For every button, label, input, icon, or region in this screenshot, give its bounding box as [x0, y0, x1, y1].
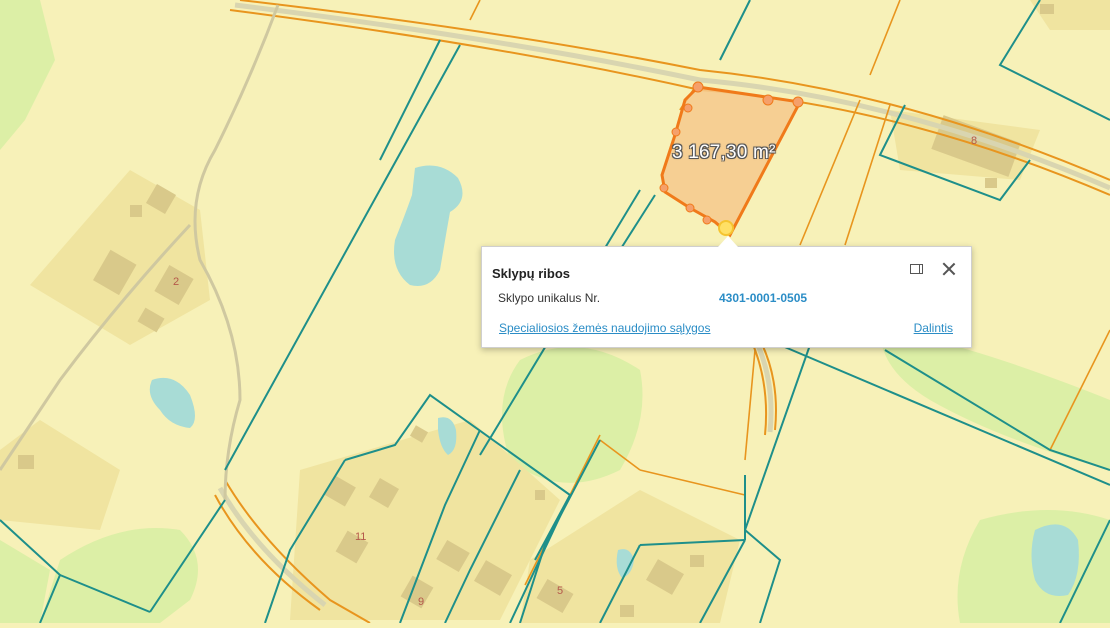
plot-number: 9 — [418, 596, 425, 608]
close-icon[interactable] — [939, 259, 959, 279]
parcel-id-label: Sklypo unikalus Nr. — [498, 291, 601, 305]
share-link[interactable]: Dalintis — [914, 321, 953, 335]
dock-panel-icon[interactable] — [907, 259, 927, 279]
special-land-use-link[interactable]: Specialiosios žemės naudojimo sąlygos — [499, 321, 710, 335]
plot-number: 8 — [971, 135, 978, 147]
parcel-id-value: 4301-0001-0505 — [719, 291, 808, 305]
popup-title: Sklypų ribos — [492, 266, 571, 281]
parcel-area-label: 3 167,30 m² — [672, 142, 776, 163]
parcel-info-popup: Sklypų ribos Sklypo unikalus Nr. 4301-00… — [481, 236, 972, 348]
plot-number: 5 — [557, 585, 564, 597]
popup-pointer — [718, 236, 738, 247]
plot-number: 11 — [355, 531, 367, 543]
plot-number: 2 — [173, 276, 180, 288]
